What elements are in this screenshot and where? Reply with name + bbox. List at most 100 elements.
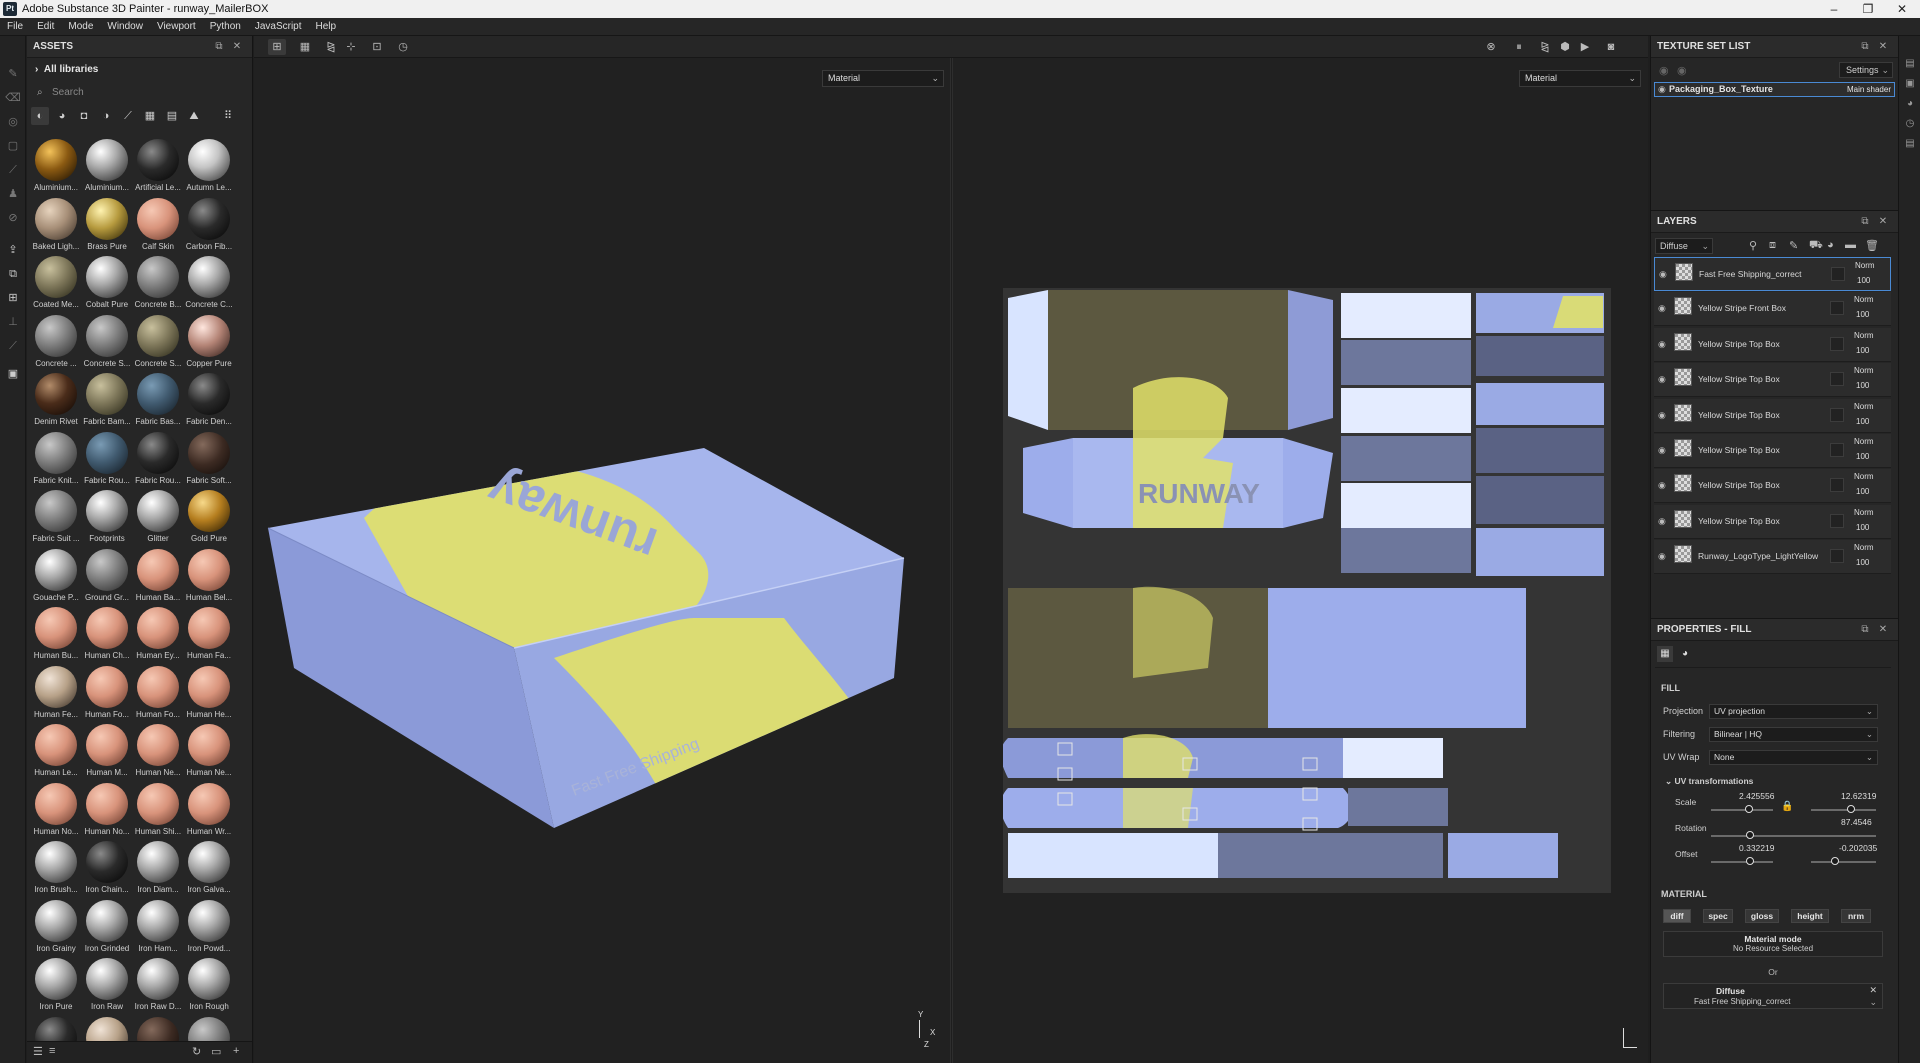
asset-thumbnail[interactable]: Fabric Bam... (82, 373, 132, 431)
layer-row[interactable]: ◉ Yellow Stripe Top Box Norm 100 (1654, 327, 1891, 362)
asset-thumbnail[interactable]: Human No... (31, 782, 81, 841)
layer-mask-slot[interactable] (1831, 267, 1845, 281)
asset-thumbnail[interactable]: Iron Grinded (82, 899, 132, 958)
scale-y-handle[interactable] (1847, 805, 1855, 813)
diffuse-slot[interactable]: Diffuse Fast Free Shipping_correct ✕ ⌄ (1663, 983, 1883, 1009)
screenshot-icon[interactable]: ◙ (1602, 39, 1620, 55)
channel-nrm-button[interactable]: nrm (1841, 909, 1871, 923)
geometry-fill-icon[interactable]: ▢ (5, 138, 21, 154)
blend-mode[interactable]: Norm (1854, 366, 1874, 375)
masks-filter-icon[interactable]: ◘ (75, 107, 93, 125)
layer-row[interactable]: ◉ Yellow Stripe Top Box Norm 100 (1654, 469, 1891, 504)
pause-icon[interactable]: ⏸ (1510, 39, 1528, 55)
eye-icon[interactable]: ◉ (1659, 269, 1667, 280)
eye-icon[interactable]: ◉ (1658, 551, 1666, 562)
asset-thumbnail[interactable]: Baked Ligh... (31, 197, 81, 256)
asset-thumbnail[interactable]: Autumn Le... (184, 139, 234, 197)
asset-thumbnail[interactable]: Human Ch... (82, 607, 132, 665)
bake-icon[interactable]: ⧉ (5, 266, 21, 282)
asset-thumbnail[interactable]: Fabric Rou... (133, 431, 183, 490)
history-icon[interactable]: ◷ (1903, 118, 1917, 129)
layer-row[interactable]: ◉ Yellow Stripe Top Box Norm 100 (1654, 398, 1891, 433)
eye-toggle-icon[interactable]: ◉ (1659, 64, 1669, 77)
layer-opacity[interactable]: 100 (1856, 487, 1869, 496)
delete-layer-icon[interactable]: 🗑 (1865, 239, 1879, 252)
asset-thumbnail[interactable]: Fabric Rou... (82, 431, 132, 490)
asset-thumbnail[interactable]: Ground Gr... (82, 548, 132, 607)
asset-thumbnail[interactable]: Iron Rough (184, 958, 234, 1016)
menu-file[interactable]: File (0, 18, 30, 36)
channel-height-button[interactable]: height (1791, 909, 1829, 923)
asset-thumbnail[interactable]: Iron Ham... (133, 899, 183, 958)
blend-mode[interactable]: Norm (1854, 295, 1874, 304)
asset-thumbnail[interactable]: Human No... (82, 782, 132, 841)
annotate-icon[interactable]: ⟋ (5, 338, 21, 354)
split-view-icon[interactable]: ⧎ (1536, 39, 1554, 55)
material-tab-icon[interactable]: ◕ (1677, 646, 1693, 662)
offset-x-value[interactable]: 0.332219 (1739, 843, 1774, 853)
symmetry-icon[interactable]: ⊹ (342, 39, 360, 55)
rotation-value[interactable]: 87.4546 (1841, 817, 1872, 827)
asset-thumbnail[interactable]: Gouache P... (31, 548, 81, 607)
list-view-icon[interactable]: ☰ (33, 1045, 43, 1058)
asset-search-input[interactable]: ⌕ Search (32, 84, 244, 102)
blend-mode[interactable]: Norm (1854, 437, 1874, 446)
asset-thumbnail[interactable]: Human Fe... (31, 665, 81, 724)
visibility-icon[interactable]: ⊗ (1482, 39, 1500, 55)
offset-y-handle[interactable] (1831, 857, 1839, 865)
menu-javascript[interactable]: JavaScript (248, 18, 309, 36)
asset-thumbnail[interactable]: Human Bu... (31, 607, 81, 665)
shader-settings-icon[interactable]: ◕ (1903, 98, 1917, 109)
layer-opacity[interactable]: 100 (1856, 346, 1869, 355)
cube-icon[interactable]: ⬢ (1556, 39, 1574, 55)
texture-set-item[interactable]: ◉ Packaging_Box_Texture Main shader (1654, 82, 1895, 97)
menu-python[interactable]: Python (203, 18, 248, 36)
menu-help[interactable]: Help (309, 18, 344, 36)
offset-y-slider[interactable] (1811, 861, 1876, 863)
asset-thumbnail[interactable]: Denim Rivet (31, 373, 81, 431)
asset-thumbnail[interactable]: Iron Raw (82, 958, 132, 1016)
layer-opacity[interactable]: 100 (1856, 523, 1869, 532)
close-panel-icon[interactable]: ✕ (1876, 619, 1890, 641)
add-fill-layer-icon[interactable]: ⛟ (1809, 239, 1823, 253)
asset-thumbnail[interactable]: Concrete C... (184, 256, 234, 314)
refresh-icon[interactable]: ↻ (192, 1045, 201, 1058)
layer-opacity[interactable]: 100 (1856, 452, 1869, 461)
offset-x-handle[interactable] (1746, 857, 1754, 865)
settings-dropdown[interactable]: Settings ⌄ (1839, 62, 1893, 78)
layer-mask-slot[interactable] (1830, 478, 1844, 493)
asset-thumbnail[interactable]: Copper Pure (184, 314, 234, 373)
layer-opacity[interactable]: 100 (1856, 381, 1869, 390)
asset-thumbnail[interactable]: Iron Brush... (31, 841, 81, 899)
clear-icon[interactable]: ✕ (1869, 985, 1877, 996)
asset-thumbnail[interactable]: Human Fo... (82, 665, 132, 724)
layer-opacity[interactable]: 100 (1856, 310, 1869, 319)
layer-opacity[interactable]: 100 (1857, 276, 1870, 285)
eye-icon[interactable]: ◉ (1658, 303, 1666, 314)
uv-wrap-dropdown[interactable]: None ⌄ (1709, 750, 1878, 765)
smudge-icon[interactable]: ⟋ (5, 162, 21, 178)
eye-icon[interactable]: ◉ (1658, 480, 1666, 491)
offset-y-value[interactable]: -0.202035 (1839, 843, 1877, 853)
eraser-icon[interactable]: ⌫ (5, 90, 21, 106)
asset-thumbnail[interactable]: Cobalt Pure (82, 256, 132, 314)
materials-filter-icon[interactable]: ◐ (31, 107, 49, 125)
asset-thumbnail[interactable]: Iron Raw D... (133, 958, 183, 1016)
asset-thumbnail[interactable]: Fabric Suit ... (31, 490, 81, 548)
frame-icon[interactable]: ⊡ (368, 39, 386, 55)
blend-mode[interactable]: Norm (1854, 508, 1874, 517)
asset-thumbnail[interactable]: Human Shi... (133, 782, 183, 841)
undock-icon[interactable]: ⧉ (1858, 36, 1872, 58)
asset-thumbnail[interactable]: Concrete ... (31, 314, 81, 373)
asset-thumbnail[interactable]: Calf Skin (133, 197, 183, 256)
menu-viewport[interactable]: Viewport (150, 18, 203, 36)
export-icon[interactable]: ⇪ (5, 242, 21, 258)
layer-opacity[interactable]: 100 (1856, 417, 1869, 426)
asset-thumbnail[interactable]: Concrete S... (82, 314, 132, 373)
folder-icon[interactable]: ▭ (211, 1045, 221, 1058)
close-panel-icon[interactable]: ✕ (230, 36, 244, 58)
layer-row[interactable]: ◉ Yellow Stripe Top Box Norm 100 (1654, 504, 1891, 539)
asset-thumbnail[interactable]: Fabric Knit... (31, 431, 81, 490)
projection-icon[interactable]: ◎ (5, 114, 21, 130)
lock-icon[interactable]: 🔒 (1781, 801, 1793, 812)
